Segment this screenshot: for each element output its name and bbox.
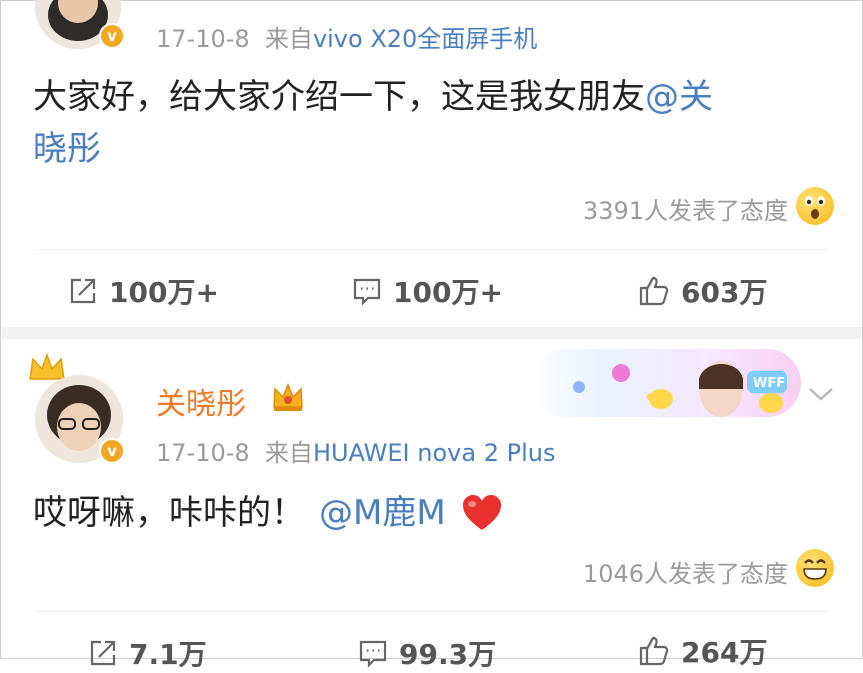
- verified-badge-icon: v: [99, 438, 125, 464]
- post-source-link[interactable]: HUAWEI nova 2 Plus: [313, 439, 556, 467]
- post-date: 17-10-8: [156, 439, 250, 467]
- reaction-count[interactable]: 1046人发表了态度: [583, 554, 788, 589]
- verified-badge-icon: v: [99, 23, 125, 49]
- repost-count: 100万+: [109, 276, 219, 309]
- mention-link-cont[interactable]: 晓彤: [33, 129, 101, 169]
- surprised-emoji-icon: [796, 187, 834, 225]
- like-count: 603万: [681, 276, 768, 309]
- post-text-content: 哎呀嘛，咔咔的！: [33, 493, 305, 533]
- repost-count: 7.1万: [129, 638, 207, 671]
- banner-label: WFF: [753, 376, 785, 391]
- source-prefix: 来自: [264, 25, 313, 53]
- chevron-down-icon[interactable]: [807, 385, 835, 403]
- thumbs-up-icon: [639, 636, 669, 666]
- divider: [35, 249, 828, 250]
- like-button[interactable]: 264万: [637, 631, 767, 671]
- source-prefix: 来自: [264, 439, 313, 467]
- decoration-banner: WFF: [531, 349, 801, 417]
- repost-icon: [90, 640, 116, 666]
- mention-link[interactable]: @关: [645, 77, 713, 117]
- thumbs-up-icon: [639, 276, 669, 306]
- repost-button[interactable]: 100万+: [67, 271, 219, 311]
- post-date: 17-10-8: [156, 25, 250, 53]
- comment-button[interactable]: 99.3万: [357, 633, 496, 673]
- comment-icon: [359, 640, 387, 668]
- red-heart-icon: [462, 495, 501, 530]
- like-button[interactable]: 603万: [637, 271, 767, 311]
- divider: [35, 611, 828, 612]
- like-count: 264万: [681, 636, 768, 669]
- crown-icon: [273, 383, 303, 411]
- post-source-link[interactable]: vivo X20全面屏手机: [313, 25, 537, 53]
- comment-count: 99.3万: [399, 638, 497, 671]
- post-separator: [1, 327, 862, 339]
- repost-button[interactable]: 7.1万: [87, 633, 207, 673]
- repost-icon: [70, 278, 96, 304]
- username[interactable]: 关晓彤: [156, 379, 246, 423]
- grin-emoji-icon: [796, 549, 834, 587]
- reaction-count[interactable]: 3391人发表了态度: [583, 191, 788, 226]
- comment-count: 100万+: [393, 276, 503, 309]
- post-meta: 17-10-8 来自HUAWEI nova 2 Plus: [156, 433, 555, 468]
- post-meta: 17-10-8 来自vivo X20全面屏手机: [156, 19, 537, 54]
- comment-icon: [353, 278, 381, 306]
- post-text: 大家好，给大家介绍一下，这是我女朋友@关 晓彤: [33, 71, 823, 175]
- comment-button[interactable]: 100万+: [351, 271, 503, 311]
- post-text-content: 大家好，给大家介绍一下，这是我女朋友: [33, 77, 645, 117]
- mention-link[interactable]: @M鹿M: [319, 487, 446, 539]
- post-text: 哎呀嘛，咔咔的！ @M鹿M: [33, 487, 823, 539]
